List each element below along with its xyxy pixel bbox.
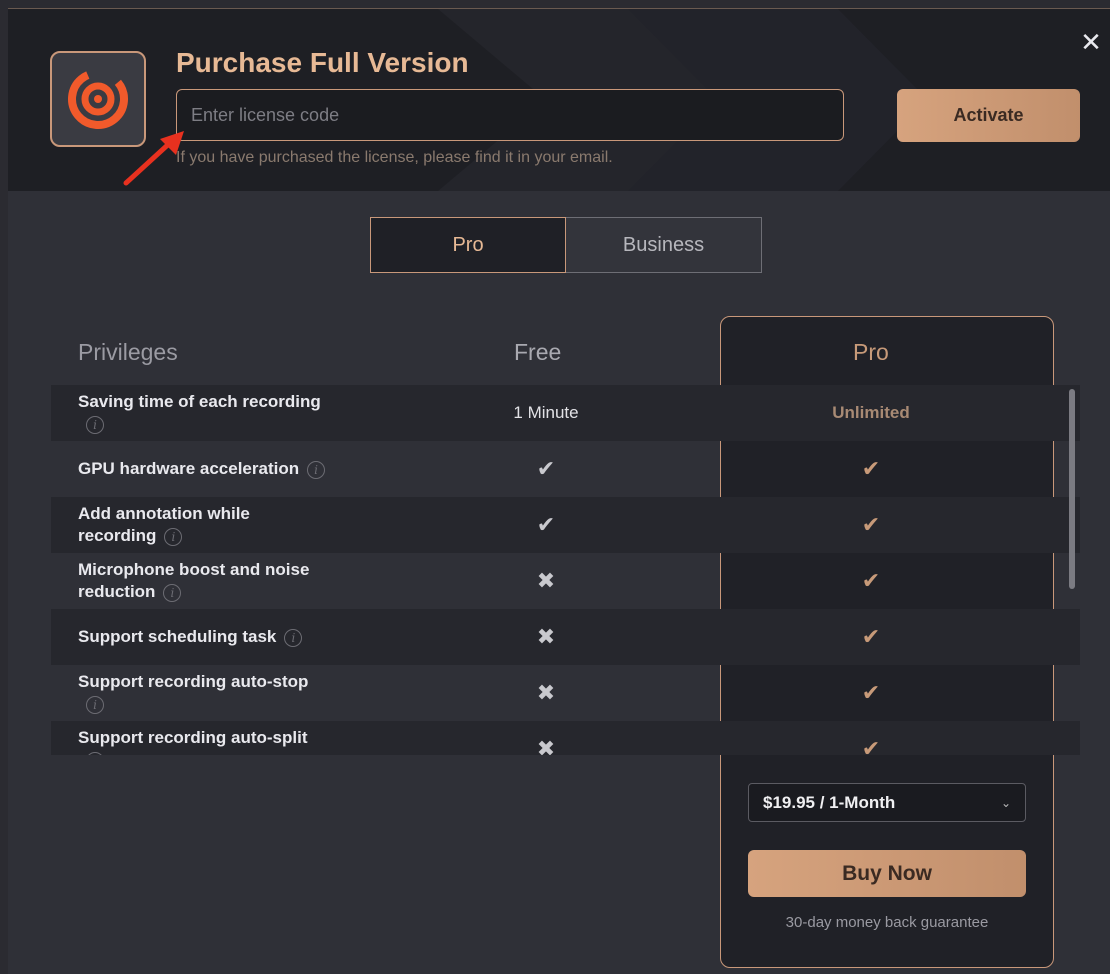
purchase-dialog: Purchase Full Version If you have purcha… <box>8 8 1110 974</box>
license-hint: If you have purchased the license, pleas… <box>176 149 613 166</box>
free-header: Free <box>514 339 562 365</box>
table-row: Microphone boost and noise reduction i ✖ … <box>51 553 1080 609</box>
feature-label: Support scheduling task i <box>78 626 328 648</box>
info-icon[interactable]: i <box>86 415 104 434</box>
chevron-down-icon: ⌄ <box>1000 795 1011 810</box>
cross-icon: ✖ <box>536 624 556 649</box>
check-icon: ✔ <box>861 736 881 755</box>
pro-value: ✔ <box>811 568 931 594</box>
feature-label: Add annotation while recording i <box>78 504 250 546</box>
feature-label: Support recording auto-stopi <box>78 672 309 714</box>
free-value: ✖ <box>491 736 601 755</box>
cross-icon: ✖ <box>536 736 556 755</box>
feature-label: GPU hardware acceleration i <box>78 458 328 480</box>
info-icon[interactable]: i <box>163 583 182 602</box>
pro-value: ✔ <box>811 680 931 706</box>
free-value: ✖ <box>491 624 601 650</box>
license-code-input[interactable] <box>176 89 844 141</box>
check-icon: ✔ <box>861 624 881 649</box>
check-icon: ✔ <box>861 456 881 481</box>
free-value: ✔ <box>491 512 601 538</box>
plan-select[interactable]: $19.95 / 1-Month ⌄ <box>748 783 1026 822</box>
table-row: GPU hardware acceleration i ✔ ✔ <box>51 441 1080 497</box>
check-icon: ✔ <box>536 456 556 481</box>
table-row: Add annotation while recording i ✔ ✔ <box>51 497 1080 553</box>
check-icon: ✔ <box>861 568 881 593</box>
red-arrow-icon <box>123 131 184 186</box>
tab-pro[interactable]: Pro <box>370 217 566 273</box>
info-icon[interactable]: i <box>164 527 183 546</box>
free-value: ✖ <box>491 680 601 706</box>
info-icon[interactable]: i <box>86 695 104 714</box>
info-icon[interactable]: i <box>86 751 104 755</box>
plan-select-value: $19.95 / 1-Month <box>763 792 896 812</box>
pro-header: Pro <box>853 339 889 365</box>
info-icon[interactable]: i <box>307 460 326 479</box>
table-row: Saving time of each recordingi 1 Minute … <box>51 385 1080 441</box>
feature-label: Microphone boost and noise reduction i <box>78 560 310 602</box>
privileges-header: Privileges <box>78 339 178 365</box>
buy-now-button[interactable]: Buy Now <box>748 850 1026 897</box>
feature-label: Support recording auto-spliti <box>78 727 328 755</box>
table-scrollbar[interactable] <box>1069 389 1075 589</box>
pro-value: ✔ <box>811 624 931 650</box>
table-row: Support recording auto-spliti ✖ ✔ <box>51 721 1080 755</box>
free-value: 1 Minute <box>513 403 579 422</box>
check-icon: ✔ <box>861 680 881 705</box>
app-logo-icon <box>68 69 128 129</box>
money-back-guarantee: 30-day money back guarantee <box>785 914 989 931</box>
cross-icon: ✖ <box>536 680 556 705</box>
dialog-header: Purchase Full Version If you have purcha… <box>8 9 1110 191</box>
pro-value: ✔ <box>811 512 931 538</box>
pro-value: Unlimited <box>832 403 910 422</box>
info-icon[interactable]: i <box>284 628 303 647</box>
table-row: Support recording auto-stopi ✖ ✔ <box>51 665 1080 721</box>
privileges-table: Saving time of each recordingi 1 Minute … <box>51 385 1080 755</box>
free-value: ✖ <box>491 568 601 594</box>
free-value: ✔ <box>491 456 601 482</box>
check-icon: ✔ <box>861 512 881 537</box>
tab-business[interactable]: Business <box>566 217 762 273</box>
activate-button[interactable]: Activate <box>897 89 1080 142</box>
cross-icon: ✖ <box>536 568 556 593</box>
pro-value: ✔ <box>811 456 931 482</box>
feature-label: Saving time of each recordingi <box>78 392 321 434</box>
dialog-title: Purchase Full Version <box>176 47 469 78</box>
plan-tabs: Pro Business <box>370 217 762 273</box>
close-icon[interactable]: ✕ <box>1078 29 1104 55</box>
table-row: Support scheduling task i ✖ ✔ <box>51 609 1080 665</box>
check-icon: ✔ <box>536 512 556 537</box>
pro-value: ✔ <box>811 736 931 755</box>
